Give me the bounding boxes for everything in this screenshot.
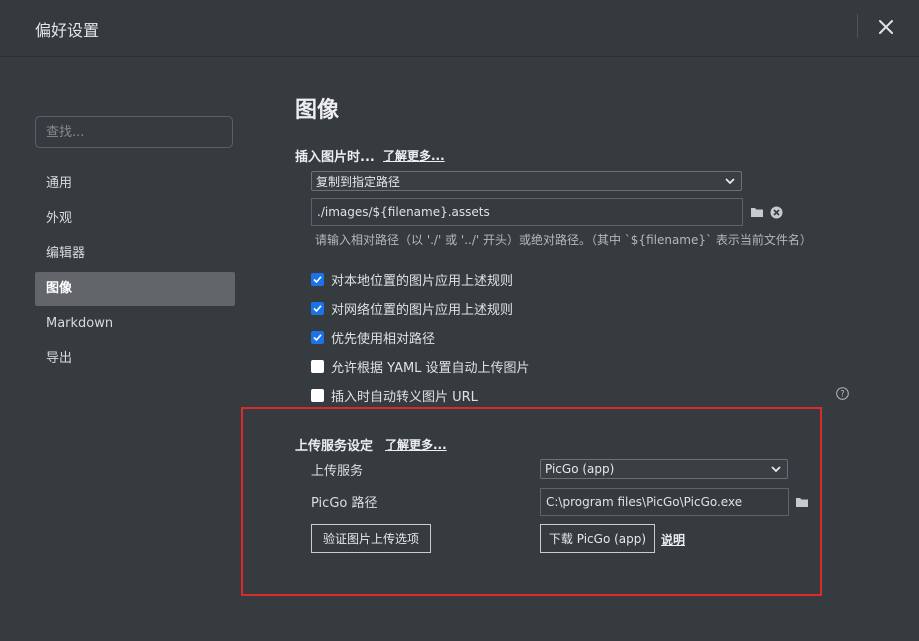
insert-action-value: 复制到指定路径 (316, 174, 401, 189)
svg-text:?: ? (840, 390, 845, 400)
insert-learn-more-link[interactable]: 了解更多... (383, 147, 445, 164)
sidebar-nav: 通用 外观 编辑器 图像 Markdown 导出 (35, 167, 235, 377)
chevron-down-icon (725, 178, 735, 185)
option-prefer-relative[interactable]: 优先使用相对路径 (311, 328, 435, 347)
upload-learn-more-link[interactable]: 了解更多... (385, 436, 447, 453)
close-icon (879, 20, 893, 34)
option-label: 对本地位置的图片应用上述规则 (331, 274, 514, 289)
checkbox-checked[interactable] (311, 273, 324, 286)
image-path-input[interactable]: ./images/${filename}.assets (311, 198, 743, 226)
search-input[interactable] (35, 116, 233, 148)
close-button[interactable] (871, 12, 901, 42)
upload-service-value: PicGo (app) (545, 462, 615, 476)
option-apply-network[interactable]: 对网络位置的图片应用上述规则 (311, 299, 513, 318)
sidebar-item-editor[interactable]: 编辑器 (35, 237, 235, 271)
option-label: 优先使用相对路径 (331, 332, 436, 347)
sidebar-item-image[interactable]: 图像 (35, 272, 235, 306)
check-icon (313, 334, 322, 342)
option-label: 允许根据 YAML 设置自动上传图片 (331, 361, 530, 376)
folder-icon (751, 208, 763, 217)
check-icon (313, 276, 322, 284)
option-yaml-upload[interactable]: 允许根据 YAML 设置自动上传图片 (311, 357, 530, 376)
path-hint: 请输入相对路径（以 './' 或 '../' 开头）或绝对路径。（其中 `${f… (315, 233, 812, 247)
clear-icon (770, 206, 782, 218)
upload-service-field-label: 上传服务 (311, 464, 364, 479)
checkbox-checked[interactable] (311, 302, 324, 315)
option-label: 对网络位置的图片应用上述规则 (331, 303, 514, 318)
option-label: 插入时自动转义图片 URL (331, 390, 478, 405)
window-title: 偏好设置 (35, 21, 100, 40)
upload-service-label: 上传服务设定 (295, 439, 374, 454)
explain-link[interactable]: 说明 (661, 531, 685, 548)
check-icon (313, 305, 322, 313)
sidebar-item-markdown[interactable]: Markdown (35, 307, 235, 341)
folder-icon (796, 498, 808, 507)
browse-picgo-button[interactable] (795, 495, 809, 509)
option-apply-local[interactable]: 对本地位置的图片应用上述规则 (311, 270, 513, 289)
option-escape-url[interactable]: 插入时自动转义图片 URL (311, 386, 478, 405)
verify-upload-button[interactable]: 验证图片上传选项 (311, 524, 431, 553)
upload-service-select[interactable]: PicGo (app) (540, 459, 788, 479)
insert-action-select[interactable]: 复制到指定路径 (311, 171, 742, 191)
picgo-path-input[interactable]: C:\program files\PicGo\PicGo.exe (540, 488, 789, 516)
sidebar-item-export[interactable]: 导出 (35, 342, 235, 376)
title-divider (857, 14, 858, 38)
checkbox-unchecked[interactable] (311, 389, 324, 402)
sidebar-item-general[interactable]: 通用 (35, 167, 235, 201)
page-title: 图像 (295, 98, 340, 123)
sidebar-item-appearance[interactable]: 外观 (35, 202, 235, 236)
browse-folder-button[interactable] (750, 205, 764, 219)
chevron-down-icon (771, 466, 781, 473)
checkbox-unchecked[interactable] (311, 360, 324, 373)
clear-path-button[interactable] (769, 205, 783, 219)
preferences-window: 偏好设置 通用 外观 编辑器 图像 Markdown 导出 图像 插入图片时..… (0, 0, 919, 641)
download-picgo-button[interactable]: 下载 PicGo (app) (540, 524, 655, 553)
checkbox-checked[interactable] (311, 331, 324, 344)
help-icon[interactable]: ? (836, 387, 849, 400)
title-bar: 偏好设置 (0, 0, 919, 57)
picgo-path-field-label: PicGo 路径 (311, 496, 378, 511)
insert-image-label: 插入图片时... (295, 150, 375, 165)
